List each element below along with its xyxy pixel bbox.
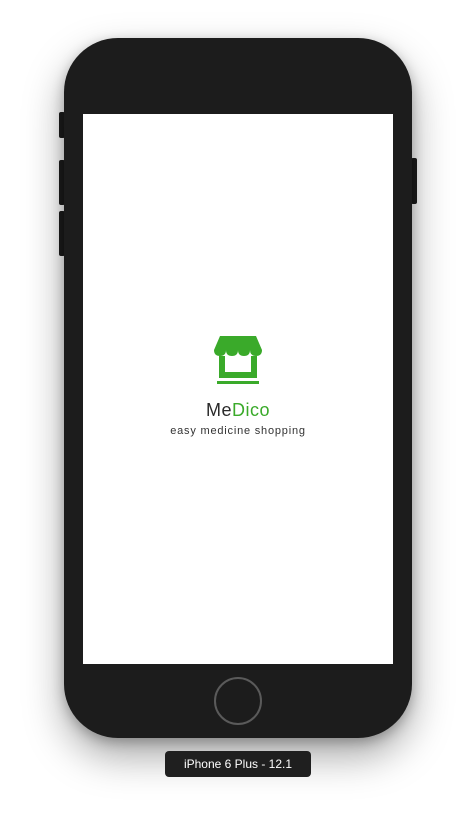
device-screen[interactable]: MeDico easy medicine shopping: [83, 114, 393, 664]
device-label: iPhone 6 Plus - 12.1: [165, 751, 311, 777]
app-name-accent: Dico: [232, 400, 271, 420]
splash-content: MeDico easy medicine shopping: [83, 336, 393, 438]
storefront-icon: [214, 336, 262, 384]
app-name-primary: Me: [205, 400, 232, 420]
app-tagline: easy medicine shopping: [170, 425, 306, 437]
app-name: MeDico: [83, 400, 393, 420]
simulator-stage: MeDico easy medicine shopping iPhone 6 P…: [0, 0, 476, 814]
home-button[interactable]: [214, 677, 262, 725]
